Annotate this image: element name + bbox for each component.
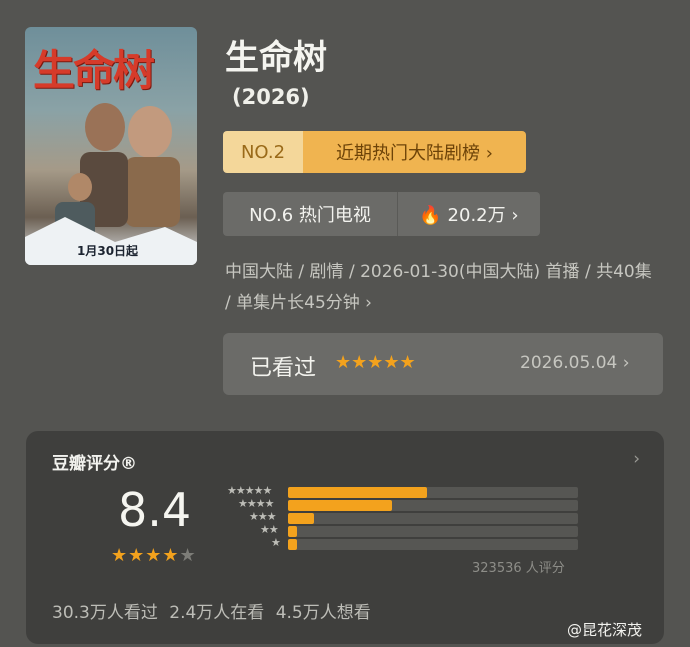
rating-bar-fill bbox=[288, 487, 428, 498]
rating-bar-stars: ★★★★★ bbox=[227, 484, 272, 497]
rating-bar-track bbox=[288, 539, 578, 550]
rank-number-tv: NO.6 热门电视 bbox=[223, 192, 398, 236]
show-meta[interactable]: 中国大陆 / 剧情 / 2026-01-30(中国大陆) 首播 / 共40集 /… bbox=[225, 257, 655, 319]
watermark: @昆花深茂 bbox=[567, 621, 643, 639]
audience-stats: 30.3万人看过 2.4万人在看 4.5万人想看 bbox=[52, 603, 371, 623]
rating-bar-row: ★ bbox=[222, 536, 582, 550]
rating-bar-row: ★★★★ bbox=[222, 497, 582, 511]
rating-bar-stars: ★★ bbox=[260, 523, 279, 536]
poster-image[interactable]: 生命树 1月30日起 bbox=[25, 27, 197, 265]
show-title: 生命树 bbox=[225, 38, 327, 78]
chevron-right-icon[interactable]: › bbox=[633, 449, 640, 469]
rating-stars: ★★★★★ bbox=[111, 545, 197, 566]
rating-bar-track bbox=[288, 526, 578, 537]
poster-date: 1月30日起 bbox=[77, 244, 139, 258]
rank-badge-primary[interactable]: NO.2 近期热门大陆剧榜 › bbox=[223, 131, 526, 173]
rating-bar-stars: ★ bbox=[271, 536, 281, 549]
rank-badge-secondary[interactable]: NO.6 热门电视 🔥 20.2万 › bbox=[223, 192, 540, 236]
rating-bar-fill bbox=[288, 500, 393, 511]
rating-bar-fill bbox=[288, 513, 315, 524]
star-filled-icon: ★★★★ bbox=[111, 545, 180, 566]
poster-figures bbox=[25, 103, 197, 265]
heat-count: 🔥 20.2万 › bbox=[419, 205, 519, 226]
rating-count: 323536 人评分 bbox=[472, 561, 565, 576]
watched-date: 2026.05.04 › bbox=[520, 353, 630, 373]
watched-status-card[interactable]: 已看过 ★★★★★ 2026.05.04 › bbox=[223, 333, 663, 395]
rating-bar-track bbox=[288, 513, 578, 524]
rating-bar-track bbox=[288, 487, 578, 498]
rating-bar-row: ★★★★★ bbox=[222, 484, 582, 498]
rating-bar-fill bbox=[288, 526, 297, 537]
rating-header: 豆瓣评分® bbox=[52, 454, 137, 474]
show-year: (2026) bbox=[232, 85, 310, 109]
star-empty-icon: ★ bbox=[179, 545, 197, 566]
rating-bar-fill bbox=[288, 539, 297, 550]
my-rating-stars: ★★★★★ bbox=[335, 352, 416, 373]
rank-number: NO.2 bbox=[223, 131, 303, 173]
rank-list-label: 近期热门大陆剧榜 › bbox=[303, 131, 526, 173]
rating-bar-stars: ★★★★ bbox=[238, 497, 274, 510]
rating-score: 8.4 bbox=[118, 483, 192, 537]
rating-bar-stars: ★★★ bbox=[249, 510, 277, 523]
douban-rating-card[interactable]: 豆瓣评分® › 8.4 ★★★★★ ★★★★★ ★★★★ ★★★ ★★ ★ 323536… bbox=[26, 431, 664, 644]
watched-label: 已看过 bbox=[250, 356, 317, 381]
rating-bar-track bbox=[288, 500, 578, 511]
